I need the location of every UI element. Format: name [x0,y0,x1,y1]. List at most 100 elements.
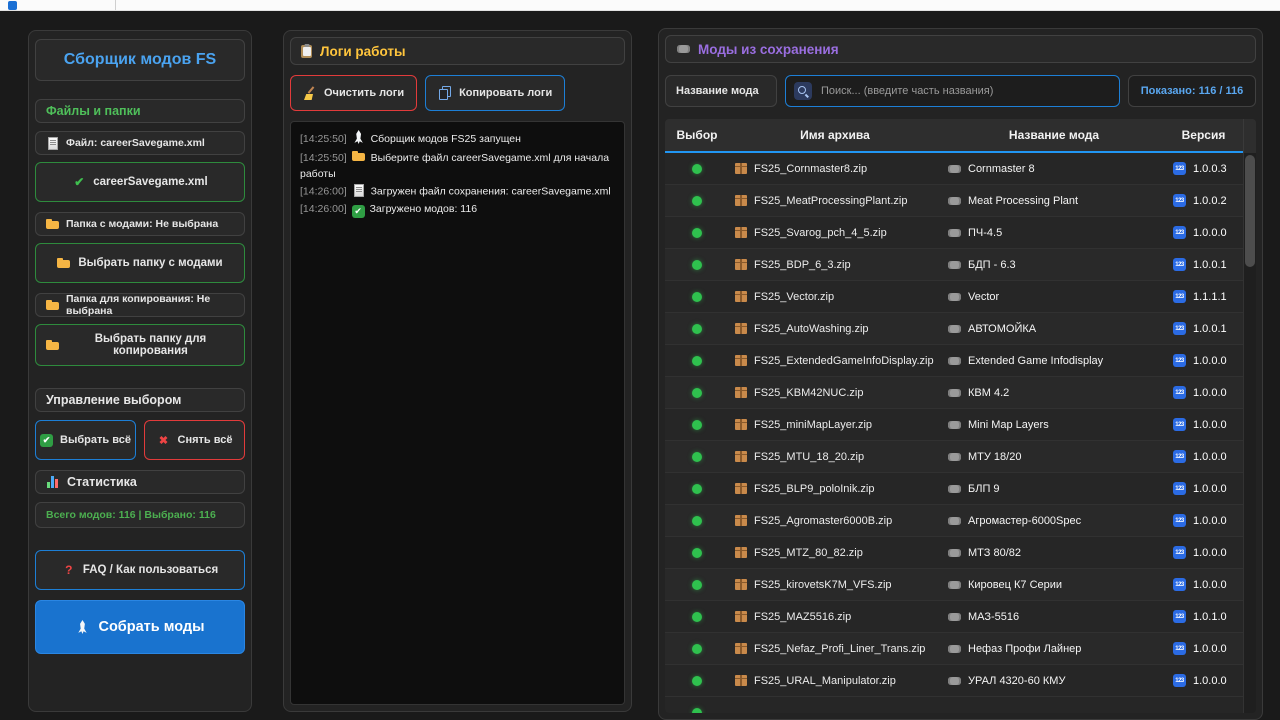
search-field-selector[interactable]: Название мода [665,75,777,107]
copy-folder-label: Папка для копирования: Не выбрана [35,293,245,317]
copy-logs-button[interactable]: Копировать логи [425,75,565,111]
mods-panel: Моды из сохранения Название мода Показан… [658,28,1263,720]
faq-button[interactable]: FAQ / Как пользоваться [35,550,245,590]
archive-name: FS25_miniMapLayer.zip [754,419,872,431]
version-icon [1173,514,1186,527]
row-select-cell[interactable] [665,441,729,472]
column-header-modname[interactable]: Название мода [941,119,1167,151]
choose-mods-folder-button[interactable]: Выбрать папку с модами [35,243,245,283]
row-select-cell[interactable] [665,505,729,536]
version-icon [1173,354,1186,367]
table-row[interactable]: FS25_kirovetsK7M_VFS.zip Кировец К7 Сери… [665,569,1256,601]
package-icon [735,259,747,270]
choose-copy-folder-button[interactable]: Выбрать папку для копирования [35,324,245,366]
package-icon [735,643,747,654]
mod-version: 1.1.1.1 [1193,291,1227,303]
clear-logs-button[interactable]: Очистить логи [290,75,417,111]
mod-name: Vector [968,291,999,303]
row-select-cell[interactable] [665,153,729,184]
row-select-cell[interactable] [665,569,729,600]
row-select-cell[interactable] [665,345,729,376]
table-row[interactable]: FS25_ExtendedGameInfoDisplay.zip Extende… [665,345,1256,377]
table-row[interactable]: FS25_MeatProcessingPlant.zip Meat Proces… [665,185,1256,217]
search-input[interactable] [819,84,1111,98]
deselect-all-button[interactable]: Снять всё [144,420,245,460]
table-row[interactable]: FS25_Cornmaster8.zip Cornmaster 8 1.0.0.… [665,153,1256,185]
row-archive-cell: FS25_BDP_6_3.zip [729,249,941,280]
table-row[interactable]: FS25_Svarog_pch_4_5.zip ПЧ-4.5 1.0.0.0 [665,217,1256,249]
row-select-cell[interactable] [665,537,729,568]
table-row[interactable]: FS25_MTZ_80_82.zip МТЗ 80/82 1.0.0.0 [665,537,1256,569]
row-select-cell[interactable] [665,409,729,440]
game-icon [676,42,690,56]
mod-name: БДП - 6.3 [968,259,1016,271]
row-modname-cell: УРАЛ 4320-60 КМУ [941,665,1167,696]
selected-dot [692,580,702,590]
select-all-button-label: Выбрать всё [60,434,131,446]
selected-dot [692,548,702,558]
mod-name: Cornmaster 8 [968,163,1035,175]
table-row[interactable]: FS25_AutoWashing.zip АВТОМОЙКА 1.0.0.1 [665,313,1256,345]
mods-folder-label: Папка с модами: Не выбрана [35,212,245,236]
scrollbar-thumb[interactable] [1245,155,1255,267]
mod-version: 1.0.0.1 [1193,323,1227,335]
log-entry-icon [352,149,366,163]
row-select-cell[interactable] [665,473,729,504]
row-archive-cell: FS25_Nefaz_Profi_Liner_Trans.zip [729,633,941,664]
selected-dot [692,708,702,714]
table-row[interactable]: FS25_Nefaz_Profi_Liner_Trans.zip Нефаз П… [665,633,1256,665]
mod-version: 1.0.0.1 [1193,259,1227,271]
table-scrollbar[interactable] [1243,153,1256,713]
table-row[interactable]: FS25_MTU_18_20.zip МТУ 18/20 1.0.0.0 [665,441,1256,473]
mod-version: 1.0.0.0 [1193,579,1227,591]
logs-header-text: Логи работы [320,44,406,59]
archive-name: FS25_BDP_6_3.zip [754,259,851,271]
log-time: [14:25:50] [300,152,347,164]
game-icon [947,226,961,240]
table-row[interactable]: FS25_Vector.zip Vector 1.1.1.1 [665,281,1256,313]
row-select-cell[interactable] [665,601,729,632]
table-row[interactable]: FS25_miniMapLayer.zip Mini Map Layers 1.… [665,409,1256,441]
table-row[interactable]: FS25_URAL_Manipulator.zip УРАЛ 4320-60 К… [665,665,1256,697]
choose-savegame-button[interactable]: careerSavegame.xml [35,162,245,202]
row-select-cell[interactable] [665,665,729,696]
table-row[interactable]: FS25_BLP9_poloInik.zip БЛП 9 1.0.0.0 [665,473,1256,505]
game-icon [947,354,961,368]
collect-mods-button[interactable]: Собрать моды [35,600,245,654]
selected-dot [692,164,702,174]
row-select-cell[interactable] [665,281,729,312]
logs-panel: Логи работы Очистить логи Копировать лог… [283,30,632,712]
table-row[interactable]: FS25_Agromaster6000B.zip Агромастер-6000… [665,505,1256,537]
search-icon-badge [794,82,812,100]
package-icon [735,355,747,366]
column-header-archive[interactable]: Имя архива [729,119,941,151]
mod-version: 1.0.0.0 [1193,419,1227,431]
archive-name: FS25_KBM42NUC.zip [754,387,863,399]
row-select-cell[interactable] [665,217,729,248]
row-select-cell[interactable] [665,249,729,280]
row-archive-cell: FS25_Vector.zip [729,281,941,312]
log-text: Загружен файл сохранения: careerSavegame… [371,186,611,198]
mod-version: 1.0.0.0 [1193,451,1227,463]
row-archive-cell: FS25_miniMapLayer.zip [729,409,941,440]
row-select-cell[interactable] [665,185,729,216]
version-icon [1173,482,1186,495]
package-icon [735,195,747,206]
column-header-select[interactable]: Выбор [665,119,729,151]
mods-table-body: FS25_Cornmaster8.zip Cornmaster 8 1.0.0.… [665,153,1256,713]
game-icon [947,290,961,304]
game-icon [947,194,961,208]
table-row[interactable]: FS25_BDP_6_3.zip БДП - 6.3 1.0.0.1 [665,249,1256,281]
select-all-button[interactable]: Выбрать всё [35,420,136,460]
row-select-cell[interactable] [665,313,729,344]
scrollbar-corner [1243,119,1256,153]
mod-name: Нефаз Профи Лайнер [968,643,1081,655]
row-select-cell[interactable] [665,633,729,664]
row-archive-cell: FS25_MTU_18_20.zip [729,441,941,472]
table-row[interactable]: FS25_KBM42NUC.zip КВМ 4.2 1.0.0.0 [665,377,1256,409]
log-output[interactable]: [14:25:50] Сборщик модов FS25 запущен [1… [290,121,625,705]
page-title: Сборщик модов FS [35,39,245,81]
section-stats-header: Статистика [35,470,245,494]
row-select-cell[interactable] [665,377,729,408]
table-row[interactable]: FS25_MAZ5516.zip МАЗ-5516 1.0.1.0 [665,601,1256,633]
